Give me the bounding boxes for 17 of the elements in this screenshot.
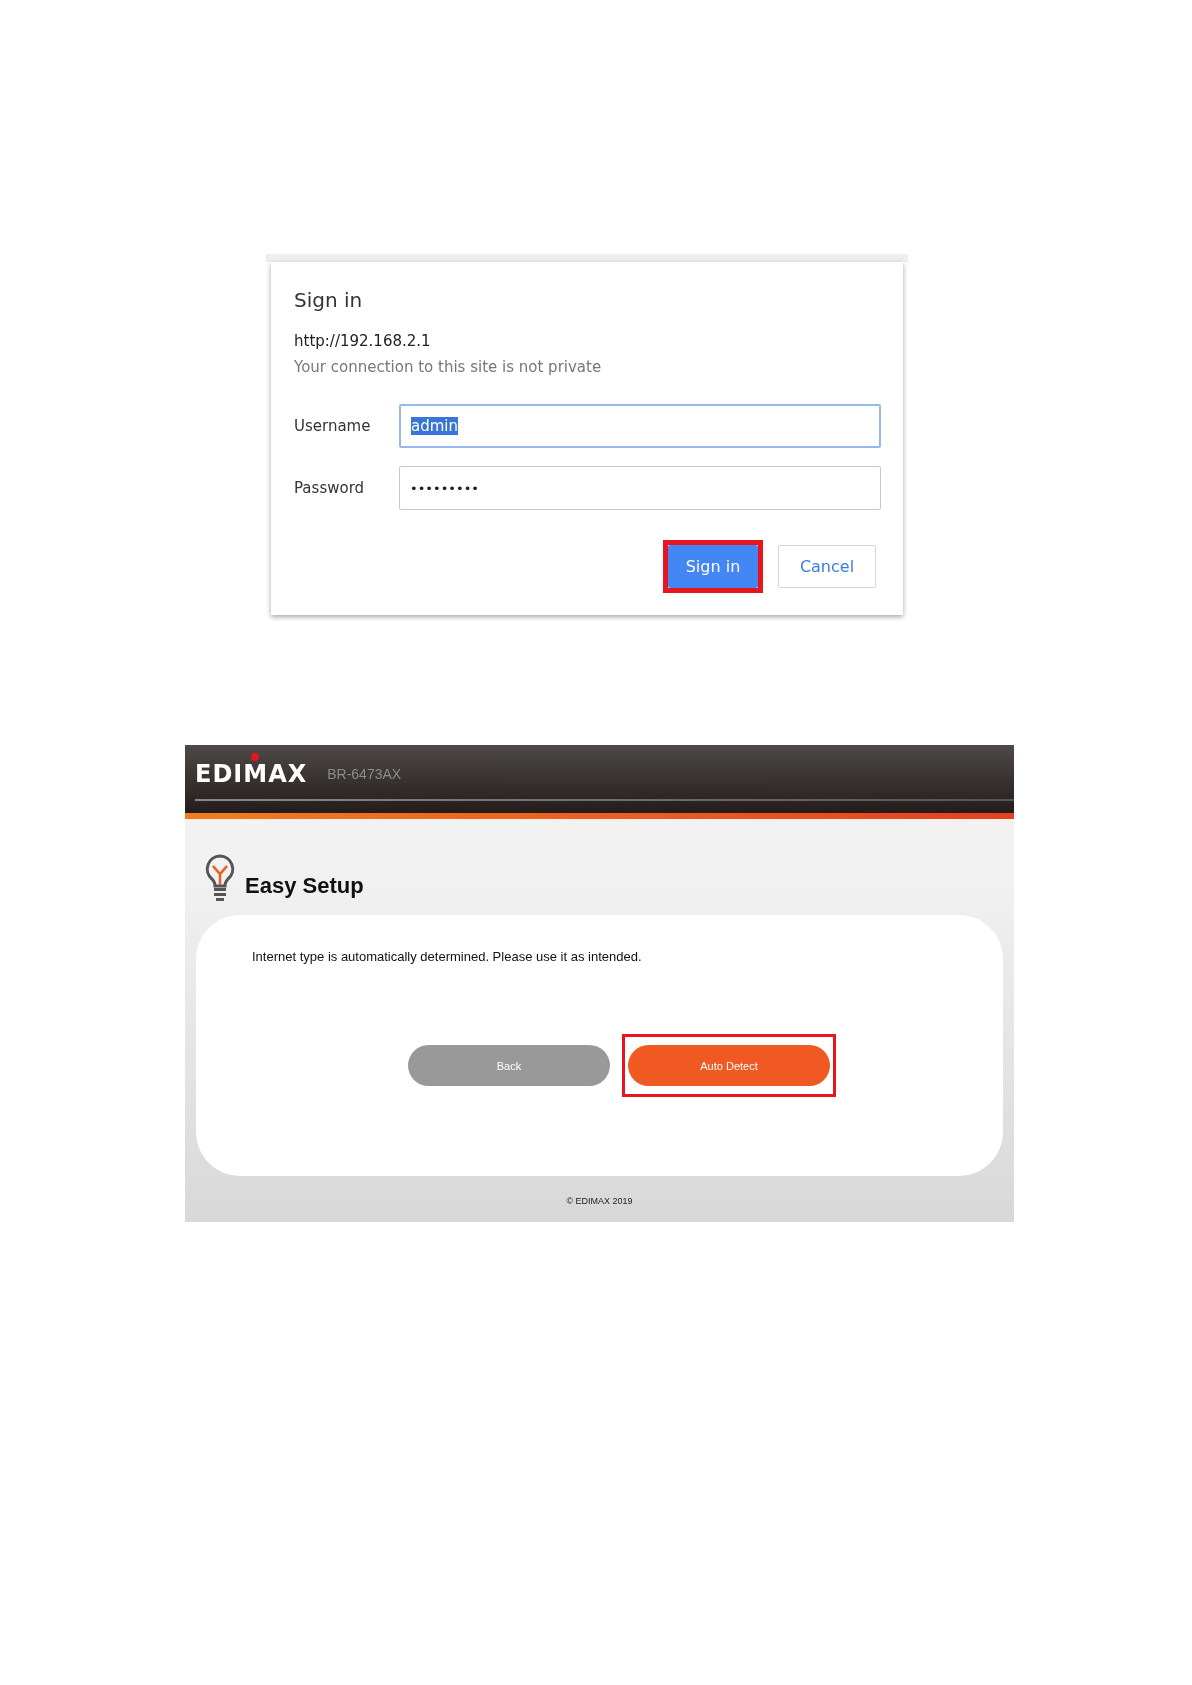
dialog-title: Sign in [294, 288, 364, 312]
info-message: Internet type is automatically determined. Please use it as intended. [252, 949, 643, 964]
model-name: BR-6473AX [327, 765, 402, 784]
sign-in-button[interactable]: Sign in [668, 545, 758, 588]
privacy-notice: Your connection to this site is not private [294, 358, 603, 376]
lightbulb-icon [203, 853, 237, 903]
auto-detect-button[interactable]: Auto Detect [628, 1045, 830, 1086]
back-button[interactable]: Back [408, 1045, 610, 1086]
field-label: Username [294, 417, 372, 435]
cancel-button[interactable]: Cancel [778, 545, 876, 588]
page-heading: Easy Setup [245, 873, 364, 900]
password-field[interactable]: ••••••••• [399, 466, 881, 510]
brand-logo: EDIMAX [195, 751, 308, 789]
site-url: http://192.168.2.1 [294, 332, 432, 350]
field-label: Password [294, 479, 366, 497]
copyright-footer: © EDIMAX 2019 [185, 1176, 1014, 1222]
username-field[interactable]: admin [399, 404, 881, 448]
